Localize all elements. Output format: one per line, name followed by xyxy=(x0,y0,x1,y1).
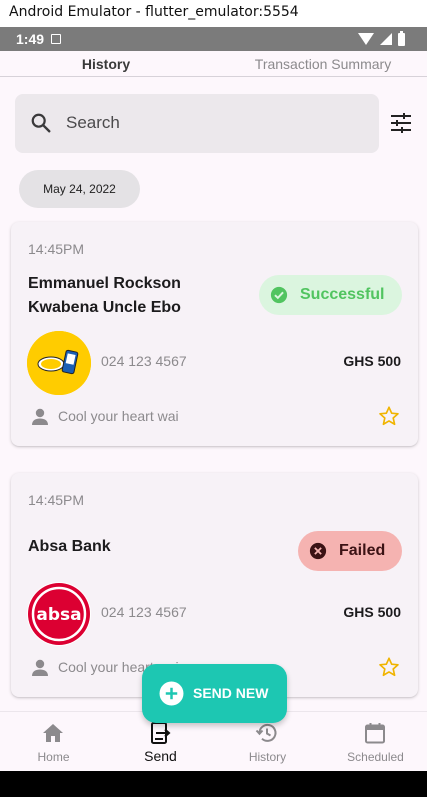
status-icons xyxy=(358,30,405,47)
nav-label-home: Home xyxy=(37,750,70,764)
account-number: 024 123 4567 xyxy=(101,353,187,369)
mtn-momo-graphic xyxy=(27,331,91,395)
signal-icon xyxy=(380,33,392,45)
recipient-name: Emmanuel Rockson Kwabena Uncle Ebo xyxy=(28,275,181,316)
nav-label-history: History xyxy=(248,750,287,764)
search-input[interactable]: Search xyxy=(15,94,379,153)
send-icon xyxy=(151,722,171,744)
tab-bar: History Transaction Summary xyxy=(0,43,427,83)
absa-logo: absa xyxy=(27,582,91,646)
transaction-note: Cool your heart wai xyxy=(58,408,179,424)
absa-graphic: absa xyxy=(28,583,90,645)
transaction-time: 14:45PM xyxy=(28,492,85,508)
nav-item-home[interactable]: Home xyxy=(0,712,107,772)
star-icon[interactable] xyxy=(378,656,400,678)
nav-item-scheduled[interactable]: Scheduled xyxy=(322,712,427,772)
send-new-label: SEND NEW xyxy=(193,685,269,701)
mtn-momo-logo xyxy=(27,331,91,395)
star-icon[interactable] xyxy=(378,405,400,427)
history-icon xyxy=(255,723,277,742)
amount: GHS 500 xyxy=(343,604,401,620)
system-navigation-bar xyxy=(0,771,427,797)
calendar-icon xyxy=(365,723,385,744)
svg-text:absa: absa xyxy=(36,605,81,625)
amount: GHS 500 xyxy=(343,353,401,369)
status-label: Failed xyxy=(339,542,386,559)
window-title: Android Emulator - flutter_emulator:5554 xyxy=(0,0,427,27)
add-circle-icon xyxy=(159,681,184,706)
battery-icon xyxy=(398,30,405,46)
check-circle-icon xyxy=(270,286,288,304)
status-badge: Successful xyxy=(259,275,402,315)
transaction-time: 14:45PM xyxy=(28,241,85,257)
transaction-card[interactable]: 14:45PM Emmanuel Rockson Kwabena Uncle E… xyxy=(11,222,418,446)
wifi-icon xyxy=(358,33,374,45)
person-icon xyxy=(32,659,48,676)
tab-history[interactable]: History xyxy=(60,43,152,83)
home-icon xyxy=(43,724,63,742)
tab-transaction-summary[interactable]: Transaction Summary xyxy=(240,51,406,76)
nav-label-send: Send xyxy=(144,748,177,764)
filter-icon[interactable] xyxy=(390,113,412,133)
recipient-name: Absa Bank xyxy=(28,538,111,555)
search-icon xyxy=(31,113,51,133)
date-chip[interactable]: May 24, 2022 xyxy=(19,170,140,208)
status-label: Successful xyxy=(300,286,385,303)
search-placeholder: Search xyxy=(66,113,120,132)
send-new-button[interactable]: SEND NEW xyxy=(142,664,287,723)
cancel-circle-icon xyxy=(309,542,327,560)
status-badge: Failed xyxy=(298,531,402,571)
status-time: 1:49 xyxy=(16,31,45,47)
nav-label-scheduled: Scheduled xyxy=(347,750,404,764)
account-number: 024 123 4567 xyxy=(101,604,187,620)
status-bar: 1:49 xyxy=(0,27,427,51)
sim-icon xyxy=(51,34,61,44)
android-device: 1:49 History Transaction Summary Search … xyxy=(0,27,427,797)
person-icon xyxy=(32,408,48,425)
